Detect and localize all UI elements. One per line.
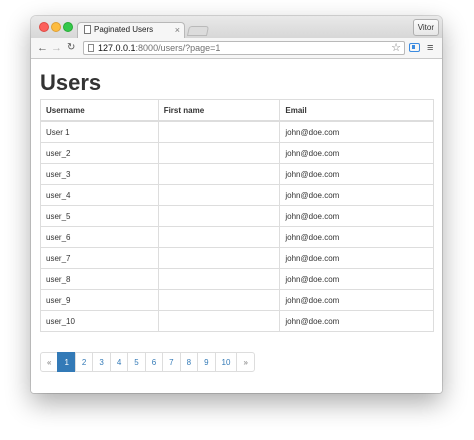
username-cell: user_10 xyxy=(40,310,159,332)
username-cell: user_8 xyxy=(40,268,159,290)
table-row: user_6 john@doe.com xyxy=(40,226,434,248)
users-table: Username First name Email User 1 john@do… xyxy=(40,99,434,332)
first-name-cell xyxy=(157,268,281,290)
first-name-cell xyxy=(157,205,281,227)
email-cell: john@doe.com xyxy=(279,120,434,143)
first-name-cell xyxy=(157,310,281,332)
back-arrow-icon[interactable]: ← xyxy=(37,40,48,56)
first-name-cell xyxy=(157,163,281,185)
close-window-button[interactable] xyxy=(39,22,49,32)
table-row: user_9 john@doe.com xyxy=(40,289,434,311)
username-cell: user_7 xyxy=(40,247,159,269)
first-name-cell xyxy=(157,247,281,269)
username-cell: user_2 xyxy=(40,142,159,164)
browser-toolbar: ← → ↻ 127.0.0.1:8000/users/?page=1 ☆ ≡ xyxy=(31,38,442,59)
minimize-window-button[interactable] xyxy=(51,22,61,32)
email-cell: john@doe.com xyxy=(279,226,434,248)
pagination-page-1[interactable]: 1 xyxy=(57,352,76,372)
pagination-page-6[interactable]: 6 xyxy=(144,352,164,372)
page-content: Users Username First name Email User 1 j… xyxy=(31,59,442,393)
address-url[interactable]: 127.0.0.1:8000/users/?page=1 xyxy=(98,42,220,54)
forward-arrow-icon[interactable]: → xyxy=(51,40,62,56)
bookmark-star-icon[interactable]: ☆ xyxy=(391,41,401,55)
email-cell: john@doe.com xyxy=(279,184,434,206)
username-cell: user_6 xyxy=(40,226,159,248)
pagination-page-8[interactable]: 8 xyxy=(179,352,199,372)
first-name-cell xyxy=(157,226,281,248)
column-header-first-name: First name xyxy=(157,99,281,122)
table-row: user_2 john@doe.com xyxy=(40,142,434,164)
table-row: User 1 john@doe.com xyxy=(40,120,434,143)
tab-close-icon[interactable]: × xyxy=(175,24,180,36)
table-row: user_7 john@doe.com xyxy=(40,247,434,269)
first-name-cell xyxy=(157,120,281,143)
pagination-next[interactable]: » xyxy=(236,352,255,372)
page-info-icon[interactable] xyxy=(88,44,94,52)
username-cell: user_5 xyxy=(40,205,159,227)
tab-paginated-users[interactable]: Paginated Users × xyxy=(77,22,185,38)
pagination-page-9[interactable]: 9 xyxy=(197,352,216,372)
email-cell: john@doe.com xyxy=(279,310,434,332)
url-path: :8000/users/?page=1 xyxy=(135,43,221,53)
username-cell: user_4 xyxy=(40,184,159,206)
address-bar[interactable]: 127.0.0.1:8000/users/?page=1 ☆ xyxy=(83,41,405,55)
pagination-page-10[interactable]: 10 xyxy=(214,352,238,372)
hamburger-menu-icon[interactable]: ≡ xyxy=(427,40,433,56)
email-cell: john@doe.com xyxy=(279,289,434,311)
page-title: Users xyxy=(40,70,102,95)
pagination-page-5[interactable]: 5 xyxy=(127,352,146,372)
table-row: user_3 john@doe.com xyxy=(40,163,434,185)
first-name-cell xyxy=(157,289,281,311)
first-name-cell xyxy=(157,184,281,206)
username-cell: user_9 xyxy=(40,289,159,311)
new-tab-button[interactable] xyxy=(186,26,210,36)
zoom-window-button[interactable] xyxy=(63,22,73,32)
pagination-previous[interactable]: « xyxy=(40,352,59,372)
first-name-cell xyxy=(157,142,281,164)
browser-window: Paginated Users × Vitor ← → ↻ 127.0.0.1:… xyxy=(31,16,442,393)
email-cell: john@doe.com xyxy=(279,142,434,164)
email-cell: john@doe.com xyxy=(279,205,434,227)
profile-button[interactable]: Vitor xyxy=(412,19,439,36)
pagination-page-2[interactable]: 2 xyxy=(74,352,94,372)
page-favicon-icon xyxy=(84,25,91,34)
tab-title: Paginated Users xyxy=(94,25,154,34)
tab-strip: Paginated Users × Vitor xyxy=(31,16,442,38)
column-header-email: Email xyxy=(279,99,434,122)
username-cell: User 1 xyxy=(40,120,159,143)
pagination-page-4[interactable]: 4 xyxy=(109,352,129,372)
table-row: user_10 john@doe.com xyxy=(40,310,434,332)
column-header-username: Username xyxy=(40,99,159,122)
table-row: user_4 john@doe.com xyxy=(40,184,434,206)
email-cell: john@doe.com xyxy=(279,247,434,269)
email-cell: john@doe.com xyxy=(279,268,434,290)
username-cell: user_3 xyxy=(40,163,159,185)
pagination: « 1 2 3 4 5 6 7 8 9 10 » xyxy=(40,352,255,372)
table-row: user_5 john@doe.com xyxy=(40,205,434,227)
reload-icon[interactable]: ↻ xyxy=(67,40,75,56)
table-row: user_8 john@doe.com xyxy=(40,268,434,290)
pagination-page-7[interactable]: 7 xyxy=(162,352,181,372)
extension-icon[interactable] xyxy=(409,43,420,52)
url-host: 127.0.0.1 xyxy=(98,43,136,53)
pagination-page-3[interactable]: 3 xyxy=(92,352,111,372)
table-header-row: Username First name Email xyxy=(40,99,434,122)
email-cell: john@doe.com xyxy=(279,163,434,185)
